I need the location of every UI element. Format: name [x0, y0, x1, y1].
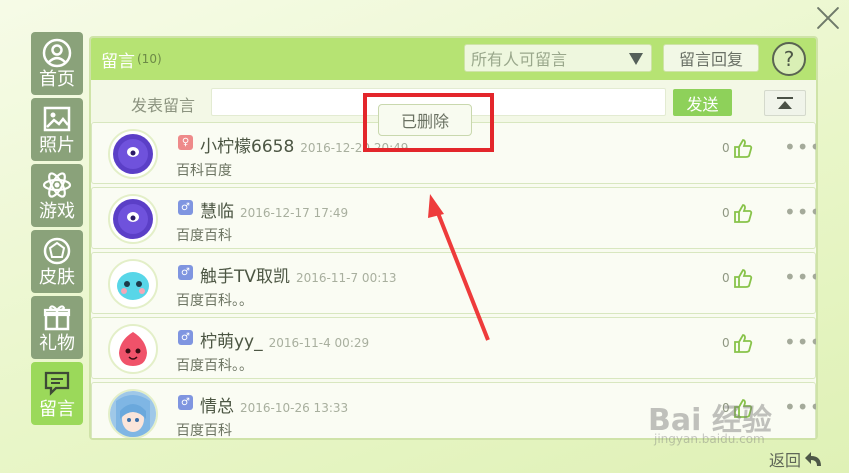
more-options-icon[interactable]: •••: [784, 135, 816, 159]
like-button[interactable]: 0: [722, 202, 754, 224]
like-count: 0: [722, 206, 730, 220]
more-options-icon[interactable]: •••: [784, 395, 816, 419]
message-text: 百科百度: [176, 163, 232, 179]
blob-avatar-icon: [117, 272, 149, 300]
avatar[interactable]: [108, 324, 158, 374]
sidebar: 首页 照片 游戏 皮肤 礼物 留言: [31, 32, 83, 428]
back-label: 返回: [769, 451, 802, 470]
gender-male-icon: ♂: [178, 265, 193, 280]
sidebar-item-label: 礼物: [39, 332, 75, 354]
list-item: ♂ 触手TV取凯2016-11-7 00:13 百度百科。。 0 •••: [91, 252, 816, 314]
message-author[interactable]: 柠萌yy_ 2016-11-4 00:29: [200, 327, 369, 352]
home-icon: [42, 38, 72, 67]
thumbs-up-icon: [733, 334, 752, 353]
sidebar-item-games[interactable]: 游戏: [31, 164, 83, 227]
gift-icon: [43, 304, 71, 330]
thumbs-up-icon: [733, 204, 752, 223]
avatar[interactable]: [108, 129, 158, 179]
sidebar-item-label: 游戏: [39, 200, 75, 222]
anime-avatar-icon: [110, 391, 156, 437]
post-label: 发表留言: [131, 96, 196, 115]
gender-female-icon: ♀: [178, 135, 193, 150]
message-author[interactable]: 情总 2016-10-26 13:33: [200, 392, 348, 417]
message-time: 2016-10-26 13:33: [240, 401, 349, 415]
message-text: 百度百科: [176, 228, 232, 244]
message-text: 百度百科。。: [176, 358, 253, 374]
sidebar-item-skins[interactable]: 皮肤: [31, 230, 83, 293]
monster-avatar-icon: [113, 199, 153, 239]
like-button[interactable]: 0: [722, 267, 754, 289]
gender-male-icon: ♂: [178, 330, 193, 345]
back-arrow-icon: [805, 452, 822, 466]
message-reply-button[interactable]: 留言回复: [663, 44, 759, 72]
panel-header: 留言 (10) 所有人可留言 留言回复 ?: [91, 38, 816, 80]
message-author[interactable]: 慧临 2016-12-17 17:49: [200, 197, 348, 222]
more-options-icon[interactable]: •••: [784, 330, 816, 354]
message-time: 2016-12-17 17:49: [240, 206, 349, 220]
list-item: ♂ 慧临2016-12-17 17:49 百度百科 0 •••: [91, 187, 816, 249]
like-button[interactable]: 0: [722, 332, 754, 354]
message-count: (10): [137, 52, 162, 66]
more-options-icon[interactable]: •••: [784, 265, 816, 289]
avatar[interactable]: [108, 259, 158, 309]
permission-select[interactable]: 所有人可留言: [464, 44, 652, 72]
message-author[interactable]: 触手TV取凯 2016-11-7 00:13: [200, 262, 397, 287]
list-item: ♂ 柠萌yy_2016-11-4 00:29 百度百科。。 0 •••: [91, 317, 816, 379]
photo-icon: [43, 106, 71, 131]
annotation-highlight-box: [363, 93, 494, 152]
panel-title: 留言: [101, 51, 135, 72]
thumbs-up-icon: [733, 269, 752, 288]
like-count: 0: [722, 336, 730, 350]
scroll-top-button[interactable]: [764, 90, 806, 116]
skin-icon: [43, 237, 71, 264]
message-time: 2016-11-4 00:29: [268, 336, 370, 350]
blob-avatar-icon: [119, 332, 147, 366]
like-count: 0: [722, 141, 730, 155]
permission-select-value: 所有人可留言: [471, 50, 568, 69]
chevron-down-icon: [629, 53, 643, 65]
like-count: 0: [722, 271, 730, 285]
message-icon: [44, 371, 70, 396]
gender-male-icon: ♂: [178, 395, 193, 410]
back-button[interactable]: 返回: [769, 447, 825, 471]
monster-avatar-icon: [113, 134, 153, 174]
sidebar-item-label: 首页: [39, 68, 75, 90]
message-text: 百度百科: [176, 423, 232, 439]
send-button[interactable]: 发送: [673, 89, 732, 116]
message-text: 百度百科。。: [176, 293, 253, 309]
like-button[interactable]: 0: [722, 137, 754, 159]
watermark-url: jingyan.baidu.com: [654, 432, 765, 446]
thumbs-up-icon: [733, 139, 752, 158]
sidebar-item-gifts[interactable]: 礼物: [31, 296, 83, 359]
sidebar-item-label: 留言: [39, 398, 75, 420]
sidebar-item-label: 皮肤: [39, 266, 75, 288]
sidebar-item-messages[interactable]: 留言: [31, 362, 83, 425]
message-time: 2016-11-7 00:13: [296, 271, 397, 285]
avatar[interactable]: [108, 389, 158, 438]
gender-male-icon: ♂: [178, 200, 193, 215]
help-button[interactable]: ?: [772, 42, 806, 76]
sidebar-item-photos[interactable]: 照片: [31, 98, 83, 161]
sidebar-item-home[interactable]: 首页: [31, 32, 83, 95]
sidebar-item-label: 照片: [39, 134, 75, 156]
close-icon[interactable]: [815, 4, 841, 30]
more-options-icon[interactable]: •••: [784, 200, 816, 224]
game-icon: [42, 171, 72, 198]
avatar[interactable]: [108, 194, 158, 244]
